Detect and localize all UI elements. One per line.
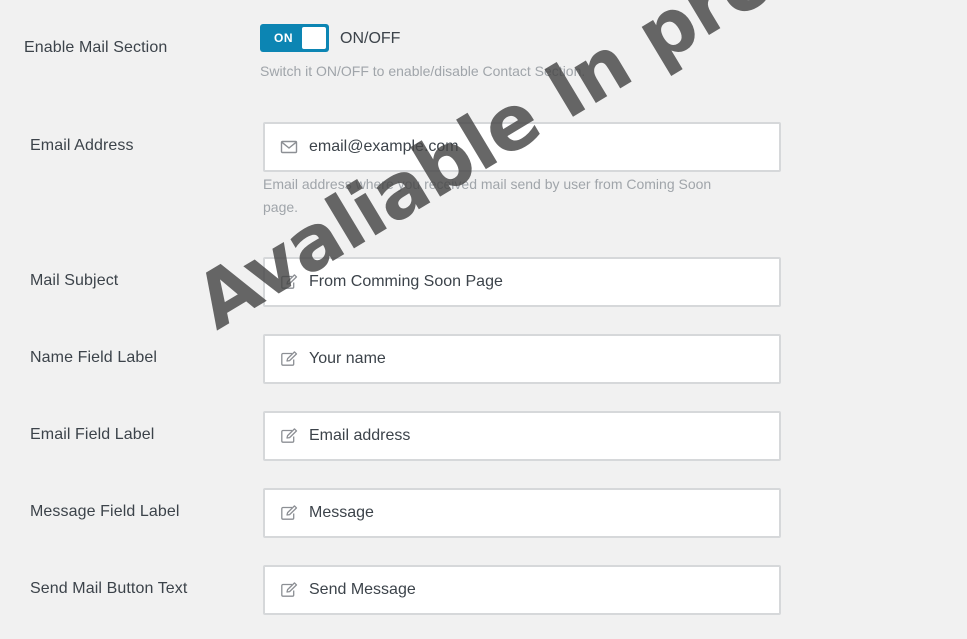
email-address-field[interactable]: email@example.com [263, 122, 781, 172]
email-address-help-line1: Email address where you received mail se… [263, 176, 712, 192]
mail-subject-label: Mail Subject [30, 272, 119, 289]
send-button-text-value: Send Message [309, 581, 416, 598]
edit-icon [281, 582, 298, 597]
toggle-on-text: ON [274, 31, 293, 45]
enable-mail-label: Enable Mail Section [24, 39, 168, 56]
message-field-label-field[interactable]: Message [263, 488, 781, 538]
edit-icon [281, 505, 298, 520]
email-field-label-value: Email address [309, 427, 411, 444]
edit-icon [281, 351, 298, 366]
name-field-label-label: Name Field Label [30, 349, 157, 366]
enable-mail-help: Switch it ON/OFF to enable/disable Conta… [260, 63, 586, 79]
message-field-label-label: Message Field Label [30, 503, 180, 520]
email-address-label: Email Address [30, 137, 134, 154]
name-field-label-value: Your name [309, 350, 386, 367]
mail-subject-field[interactable]: From Comming Soon Page [263, 257, 781, 307]
send-button-text-field[interactable]: Send Message [263, 565, 781, 615]
envelope-icon [280, 140, 298, 154]
edit-icon [281, 274, 298, 289]
mail-subject-value: From Comming Soon Page [309, 273, 503, 290]
email-field-label-field[interactable]: Email address [263, 411, 781, 461]
email-address-help-line2: page. [263, 199, 299, 215]
email-address-value: email@example.com [309, 138, 459, 155]
name-field-label-field[interactable]: Your name [263, 334, 781, 384]
mail-settings-panel: Enable Mail Section ON ON/OFF Switch it … [0, 0, 967, 639]
toggle-caption: ON/OFF [340, 30, 401, 47]
edit-icon [281, 428, 298, 443]
email-field-label-label: Email Field Label [30, 426, 155, 443]
message-field-label-value: Message [309, 504, 374, 521]
send-button-text-label: Send Mail Button Text [30, 580, 188, 597]
enable-mail-toggle[interactable]: ON [260, 24, 329, 52]
toggle-knob [302, 27, 326, 49]
